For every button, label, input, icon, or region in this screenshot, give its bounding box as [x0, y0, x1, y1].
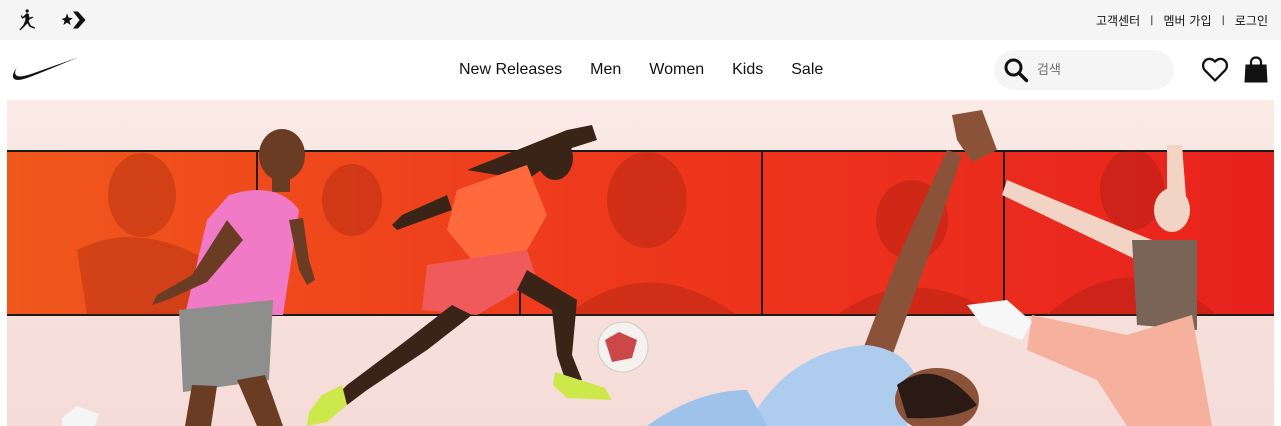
shopping-bag-icon — [1244, 56, 1268, 83]
hero-banner[interactable] — [7, 100, 1274, 426]
brand-links — [12, 6, 88, 34]
menu-item-sale[interactable]: Sale — [791, 61, 823, 79]
jordan-logo-link[interactable] — [12, 6, 40, 34]
nike-swoosh-icon — [12, 57, 79, 80]
cart-button[interactable] — [1242, 56, 1270, 84]
join-membership-link[interactable]: 멤버 가입 — [1164, 12, 1212, 29]
primary-menu: New Releases Men Women Kids Sale — [459, 40, 823, 100]
main-navigation: New Releases Men Women Kids Sale — [0, 40, 1281, 100]
customer-service-link[interactable]: 고객센터 — [1096, 12, 1140, 29]
menu-item-new-releases[interactable]: New Releases — [459, 61, 562, 79]
separator: | — [1150, 14, 1154, 26]
hero-image — [7, 110, 1274, 426]
converse-logo-icon — [61, 11, 86, 29]
favorites-button[interactable] — [1201, 56, 1229, 84]
search-box[interactable] — [994, 50, 1174, 90]
search-icon[interactable] — [1003, 57, 1029, 83]
converse-logo-link[interactable] — [60, 6, 88, 34]
utility-links: 고객센터 | 멤버 가입 | 로그인 — [1096, 12, 1268, 29]
heart-icon — [1201, 57, 1229, 82]
jordan-logo-icon — [19, 9, 36, 31]
menu-item-kids[interactable]: Kids — [732, 61, 763, 79]
login-link[interactable]: 로그인 — [1235, 12, 1268, 29]
nike-logo-link[interactable] — [10, 56, 80, 84]
utility-bar: 고객센터 | 멤버 가입 | 로그인 — [0, 0, 1281, 40]
menu-item-women[interactable]: Women — [649, 61, 704, 79]
menu-item-men[interactable]: Men — [590, 61, 621, 79]
search-input[interactable] — [1037, 62, 1157, 78]
separator: | — [1221, 14, 1225, 26]
